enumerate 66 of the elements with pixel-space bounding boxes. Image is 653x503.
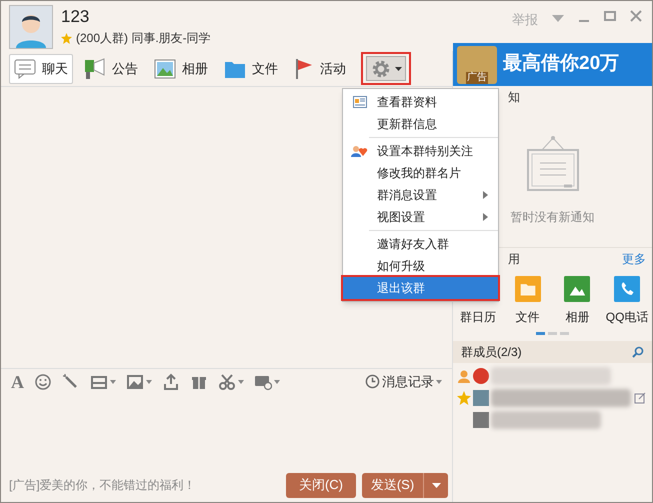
menu-item[interactable]: 群消息设置 [343, 184, 498, 206]
member-avatar[interactable] [473, 368, 489, 384]
gear-icon [370, 58, 390, 78]
photo-icon [154, 58, 176, 78]
menu-item[interactable]: 查看群资料 [343, 91, 498, 113]
section-title: 知 [508, 89, 520, 106]
maximize-icon[interactable] [604, 10, 616, 22]
section-title: 用 [508, 251, 520, 268]
menu-item[interactable]: 如何升级 [343, 255, 498, 277]
history-button[interactable]: 消息记录 [365, 372, 442, 392]
group-info: (200人群) 同事.朋友-同学 [76, 30, 211, 47]
font-icon[interactable]: A [11, 372, 24, 390]
menu-item[interactable]: 邀请好友入群 [343, 233, 498, 255]
caret-icon [394, 66, 402, 70]
owner-icon [457, 369, 471, 383]
menu-item[interactable]: 修改我的群名片 [343, 162, 498, 184]
group-name: 123 [61, 6, 90, 28]
tab[interactable]: 相册 [149, 54, 213, 84]
caret-icon[interactable] [238, 380, 244, 384]
app-label[interactable]: 文件 [516, 308, 540, 326]
star-icon [61, 32, 72, 44]
ad-banner[interactable]: 广告 最高借你20万 [453, 43, 652, 86]
caret-icon [436, 380, 442, 384]
photo-icon[interactable] [564, 276, 590, 302]
app-label[interactable]: 群日历 [460, 308, 496, 326]
smiley-icon[interactable] [34, 372, 52, 390]
image-icon[interactable] [126, 372, 144, 390]
edit-icon[interactable] [634, 392, 646, 404]
tab[interactable]: 公告 [79, 54, 143, 84]
tab[interactable]: 聊天 [9, 54, 73, 84]
close-button[interactable]: 关闭(C) [286, 472, 356, 498]
app-label[interactable]: 相册 [565, 308, 590, 326]
submenu-arrow-icon [483, 191, 488, 199]
members-title: 群成员(2/3) [461, 344, 522, 361]
star-icon [457, 391, 471, 405]
megaphone-icon [84, 58, 106, 80]
card-icon [353, 96, 367, 108]
folder-icon[interactable] [514, 276, 541, 302]
chat-icon [14, 58, 36, 78]
settings-button[interactable] [361, 52, 411, 85]
caret-icon[interactable] [274, 380, 280, 384]
tab[interactable]: 文件 [219, 54, 283, 84]
app-label[interactable]: QQ电话 [606, 308, 648, 326]
submenu-arrow-icon [483, 213, 488, 221]
caret-icon[interactable] [110, 380, 116, 384]
close-icon[interactable] [630, 10, 642, 22]
person-heart-icon [351, 145, 369, 157]
caret-icon[interactable] [146, 380, 152, 384]
more-link[interactable]: 更多 [622, 250, 646, 268]
menu-item[interactable]: 退出该群 [343, 277, 498, 299]
tab[interactable]: 活动 [289, 54, 351, 84]
dropdown-icon[interactable] [552, 15, 564, 23]
clock-icon [365, 374, 380, 389]
menu-item[interactable]: 更新群信息 [343, 113, 498, 135]
caret-icon [432, 482, 440, 488]
pennant-icon [294, 58, 314, 80]
menu-item[interactable]: 视图设置 [343, 206, 498, 228]
empty-notice-text: 暂时没有新通知 [510, 208, 594, 226]
ad-headline: 最高借你20万 [503, 52, 620, 76]
search-icon[interactable] [632, 346, 644, 358]
phone-icon[interactable] [614, 276, 640, 302]
menu-item[interactable]: 设置本群特别关注 [343, 140, 498, 162]
ad-badge: 广告 [466, 72, 488, 84]
upload-icon[interactable] [162, 372, 180, 390]
avatar[interactable] [9, 5, 53, 49]
scissors-icon[interactable] [218, 372, 236, 390]
